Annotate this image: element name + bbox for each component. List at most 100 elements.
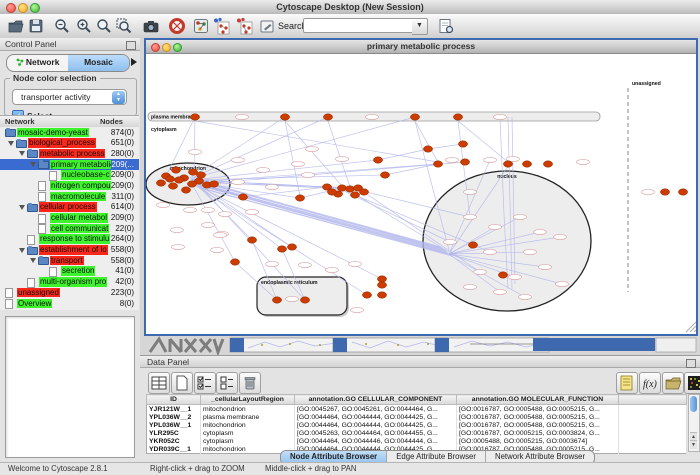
help-icon[interactable] (168, 17, 186, 35)
load-attributes-icon[interactable] (662, 372, 684, 394)
gene-node[interactable] (380, 172, 389, 178)
window-fragment-4[interactable] (533, 338, 655, 351)
gene-node[interactable] (230, 259, 239, 265)
tree-row[interactable]: primary metabolic209(... (0, 159, 139, 170)
gene-node[interactable] (277, 246, 286, 252)
tab-mosaic[interactable]: Mosaic (68, 55, 129, 71)
tree-row[interactable]: unassigned223(0) (0, 287, 139, 298)
table-cell[interactable]: [GO:0044464, GO:0044444, GO:0044425, G..… (295, 421, 457, 429)
gene-node[interactable] (280, 114, 289, 120)
table-cell[interactable]: [GO:0016787, GO:0005215, GO:0003824, G..… (457, 429, 619, 437)
gene-node[interactable] (660, 189, 669, 195)
gene-node[interactable] (190, 114, 199, 120)
gene-node[interactable] (327, 189, 336, 195)
select-attributes-icon[interactable] (194, 372, 216, 394)
window-fragment-3[interactable] (435, 338, 549, 352)
table-row[interactable]: YJR121W__1mitochondrion[GO:0045267, GO:0… (147, 405, 687, 414)
search-dropdown-button[interactable]: ▼ (412, 18, 428, 35)
tree-row[interactable]: establishment of lo558(0) (0, 245, 139, 256)
network-view-window[interactable]: primary metabolic process plasma membran… (144, 38, 698, 336)
tree-row[interactable]: macromolecule311(0) (0, 191, 139, 202)
table-cell[interactable]: [GO:0045263, GO:0044464, GO:0044455, G..… (295, 429, 457, 437)
expander-icon[interactable] (19, 248, 25, 253)
tree-row[interactable]: nucleobase-c209(0) (0, 170, 139, 181)
table-cell[interactable]: cytoplasm (201, 429, 295, 437)
gene-node[interactable] (423, 146, 432, 152)
gene-node[interactable] (287, 244, 296, 250)
gene-node[interactable] (168, 183, 177, 189)
scroll-down-icon[interactable]: ▼ (690, 440, 697, 449)
tree-row[interactable]: biological_process651(0) (0, 138, 139, 149)
window-fragment-5[interactable] (656, 338, 696, 352)
tab-network[interactable]: Network (7, 55, 68, 71)
table-cell[interactable]: [GO:0016787, GO:0005488, GO:0005215, G..… (457, 421, 619, 429)
gene-node[interactable] (300, 297, 309, 303)
new-attribute-icon[interactable] (171, 372, 193, 394)
gene-node[interactable] (377, 292, 386, 298)
network-canvas[interactable]: plasma membranecytoplasmmitochondrionnuc… (146, 54, 696, 334)
expander-icon[interactable] (30, 162, 36, 167)
attribute-table-body[interactable]: YJR121W__1mitochondrion[GO:0045267, GO:0… (147, 405, 687, 454)
gene-node[interactable] (350, 192, 359, 198)
gene-node[interactable] (433, 161, 442, 167)
column-header[interactable]: annotation.GO CELLULAR_COMPONENT (295, 395, 457, 405)
gene-node[interactable] (362, 292, 371, 298)
dropdown-stepper-icon[interactable]: ▲▼ (112, 91, 125, 104)
table-cell[interactable]: [GO:0044464, GO:0044446, GO:0044444, G..… (295, 437, 457, 445)
table-cell[interactable]: mitochondrion (201, 405, 295, 414)
import-attributes-icon[interactable] (616, 372, 638, 394)
tree-col-nodes[interactable]: Nodes (100, 117, 123, 126)
gene-node[interactable] (503, 161, 512, 167)
table-cell[interactable]: plasma membrane (201, 413, 295, 421)
save-icon[interactable] (27, 17, 45, 35)
node-color-dropdown[interactable]: transporter activity ▲▼ (12, 89, 127, 105)
function-builder-icon[interactable]: f(x) (639, 372, 661, 394)
annotation-icon[interactable] (258, 17, 276, 35)
tree-row[interactable]: secretion41(0) (0, 266, 139, 277)
table-row[interactable]: YLR295Ccytoplasm[GO:0045263, GO:0044464,… (147, 429, 687, 437)
birdseye-view[interactable] (5, 316, 135, 458)
net-zoom-button[interactable] (173, 43, 182, 52)
column-header[interactable]: ID (147, 395, 201, 405)
expander-icon[interactable] (8, 141, 14, 146)
zoom-out-icon[interactable] (53, 17, 71, 35)
gene-node[interactable] (468, 242, 477, 248)
gene-node[interactable] (373, 157, 382, 163)
table-cell[interactable] (619, 445, 687, 454)
float-panel-icon[interactable] (686, 359, 696, 368)
zoom-fit-icon[interactable] (95, 17, 113, 35)
table-cell[interactable] (619, 405, 687, 414)
table-cell[interactable]: [GO:0016787, GO:0005488, GO:0005215, G..… (457, 405, 619, 414)
table-row[interactable]: YPL036W__2plasma membrane[GO:0044464, GO… (147, 413, 687, 421)
column-header[interactable] (619, 395, 687, 405)
gene-node[interactable] (410, 114, 419, 120)
column-header[interactable]: _cellularLayoutRegion (201, 395, 295, 405)
tree-row[interactable]: nitrogen compou209(0) (0, 180, 139, 191)
expander-icon[interactable] (19, 151, 25, 156)
table-cell[interactable]: YJR121W__1 (147, 405, 201, 414)
gene-node[interactable] (522, 161, 531, 167)
tree-col-network[interactable]: Network (5, 117, 35, 126)
gene-node[interactable] (187, 181, 196, 187)
gene-node[interactable] (345, 186, 354, 192)
table-cell[interactable]: cytoplasm (201, 437, 295, 445)
delete-attribute-icon[interactable] (239, 372, 261, 394)
open-file-icon[interactable] (7, 17, 25, 35)
net-close-button[interactable] (151, 43, 160, 52)
select-nodes-network-icon[interactable] (212, 17, 230, 35)
gene-node[interactable] (323, 114, 332, 120)
tree-row[interactable]: metabolic process280(0) (0, 148, 139, 159)
gene-node[interactable] (272, 297, 281, 303)
tree-row[interactable]: transport558(0) (0, 255, 139, 266)
zoom-selected-region-icon[interactable] (115, 17, 133, 35)
net-minimize-button[interactable] (162, 43, 171, 52)
zoom-in-icon[interactable] (75, 17, 93, 35)
attribute-table[interactable]: ID_cellularLayoutRegionannotation.GO CEL… (146, 394, 687, 454)
minimize-button[interactable] (18, 3, 28, 13)
table-cell[interactable]: YKR052C (147, 437, 201, 445)
table-cell[interactable] (619, 413, 687, 421)
tree-row[interactable]: cellular process614(0) (0, 202, 139, 213)
attribute-table-head[interactable]: ID_cellularLayoutRegionannotation.GO CEL… (147, 395, 687, 405)
snapshot-icon[interactable] (142, 17, 160, 35)
float-panel-icon[interactable] (126, 41, 136, 50)
